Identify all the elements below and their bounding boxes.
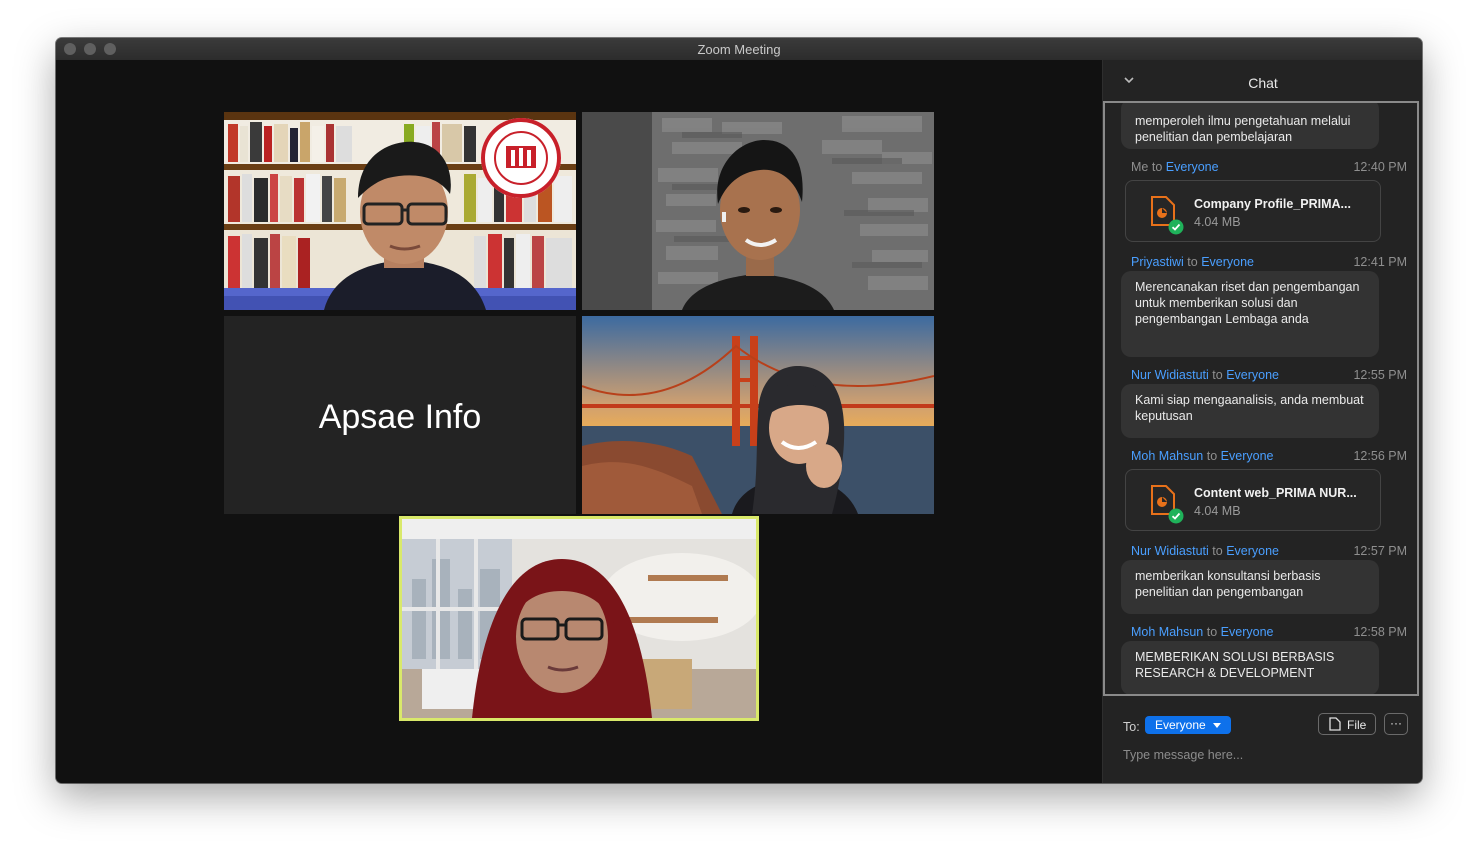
chat-to-word: to	[1212, 368, 1223, 382]
participant-name-label: Apsae Info	[318, 398, 482, 436]
chat-message-bubble: memberikan konsultansi berbasis peneliti…	[1121, 560, 1379, 614]
file-size: 4.04 MB	[1194, 504, 1241, 518]
chat-message-text: Merencanakan riset dan pengembangan untu…	[1135, 280, 1360, 326]
chat-message-bubble: Kami siap mengaanalisis, anda membuat ke…	[1121, 384, 1379, 438]
chat-message-meta: Moh Mahsun to Everyone 12:58 PM	[1131, 625, 1407, 639]
chat-recipient-name[interactable]: Everyone	[1166, 160, 1219, 174]
chat-timestamp: 12:57 PM	[1353, 544, 1407, 558]
chat-message-meta: Nur Widiastuti to Everyone 12:55 PM	[1131, 368, 1407, 382]
zoom-window: Zoom Meeting Apsae Info Chat memperoleh …	[56, 38, 1422, 783]
chat-timestamp: 12:58 PM	[1353, 625, 1407, 639]
file-name: Content web_PRIMA NUR...	[1194, 486, 1357, 500]
chat-message-text: memberikan konsultansi berbasis peneliti…	[1135, 569, 1321, 599]
participant-video-1[interactable]	[224, 112, 576, 310]
chat-message-text: MEMBERIKAN SOLUSI BERBASIS RESEARCH & DE…	[1135, 650, 1335, 680]
chat-to-word: to	[1206, 449, 1218, 463]
chat-message-bubble: memperoleh ilmu pengetahuan melalui pene…	[1121, 103, 1379, 149]
participant-video-4[interactable]	[582, 316, 934, 514]
chat-message-input[interactable]	[1123, 748, 1403, 762]
chat-timestamp: 12:56 PM	[1353, 449, 1407, 463]
chat-recipient-name[interactable]: Everyone	[1226, 368, 1279, 382]
chat-sender-name[interactable]: Nur Widiastuti	[1131, 368, 1209, 382]
chat-composer: To: Everyone File ···	[1103, 696, 1422, 783]
chat-panel: Chat memperoleh ilmu pengetahuan melalui…	[1102, 60, 1422, 783]
chat-timestamp: 12:55 PM	[1353, 368, 1407, 382]
to-label: To:	[1123, 720, 1140, 734]
chat-message-meta: Priyastiwi to Everyone 12:41 PM	[1131, 255, 1407, 269]
chat-recipient-name[interactable]: Everyone	[1226, 544, 1279, 558]
active-speaker-video[interactable]	[399, 516, 759, 721]
more-options-button[interactable]: ···	[1384, 713, 1408, 735]
chat-to-word: to	[1187, 255, 1198, 269]
file-size: 4.04 MB	[1194, 215, 1241, 229]
chat-message-bubble: MEMBERIKAN SOLUSI BERBASIS RESEARCH & DE…	[1121, 641, 1379, 694]
chat-sender-name[interactable]: Nur Widiastuti	[1131, 544, 1209, 558]
caret-down-icon	[1213, 722, 1222, 728]
chat-header: Chat	[1103, 60, 1422, 102]
chat-sender-name: Me	[1131, 160, 1149, 174]
chat-recipient-name[interactable]: Everyone	[1221, 625, 1274, 639]
title-bar: Zoom Meeting	[56, 38, 1422, 61]
check-circle-icon	[1168, 508, 1184, 524]
check-circle-icon	[1168, 219, 1184, 235]
chat-timestamp: 12:41 PM	[1353, 255, 1407, 269]
chat-sender-name[interactable]: Moh Mahsun	[1131, 625, 1203, 639]
chat-sender-name[interactable]: Priyastiwi	[1131, 255, 1184, 269]
send-file-button[interactable]: File	[1318, 713, 1376, 735]
file-name: Company Profile_PRIMA...	[1194, 197, 1351, 211]
chat-message-bubble: Merencanakan riset dan pengembangan untu…	[1121, 271, 1379, 357]
recipient-dropdown[interactable]: Everyone	[1145, 716, 1232, 734]
chat-to-word: to	[1206, 625, 1218, 639]
chat-message-meta: Nur Widiastuti to Everyone 12:57 PM	[1131, 544, 1407, 558]
participant-video-2[interactable]	[582, 112, 934, 310]
chat-sender-name[interactable]: Moh Mahsun	[1131, 449, 1203, 463]
participant-tile-apsae-info[interactable]: Apsae Info	[224, 316, 576, 514]
recipient-dropdown-label: Everyone	[1155, 718, 1206, 732]
video-gallery: Apsae Info	[56, 60, 1102, 783]
chat-to-word: to	[1212, 544, 1223, 558]
chat-message-meta: Moh Mahsun to Everyone 12:56 PM	[1131, 449, 1407, 463]
chat-file-attachment[interactable]: Company Profile_PRIMA... 4.04 MB	[1125, 180, 1381, 242]
chat-recipient-name[interactable]: Everyone	[1221, 449, 1274, 463]
chat-to-word: to	[1151, 160, 1163, 174]
file-icon	[1329, 717, 1341, 731]
window-title: Zoom Meeting	[697, 42, 781, 57]
send-file-label: File	[1347, 718, 1367, 732]
chat-message-meta: Me to Everyone 12:40 PM	[1131, 160, 1407, 174]
chat-recipient-name[interactable]: Everyone	[1201, 255, 1254, 269]
chat-message-text: memperoleh ilmu pengetahuan melalui pene…	[1135, 114, 1351, 144]
chat-message-list[interactable]: memperoleh ilmu pengetahuan melalui pene…	[1103, 101, 1419, 696]
chat-timestamp: 12:40 PM	[1353, 160, 1407, 174]
chat-title: Chat	[1248, 75, 1278, 91]
chat-message-text: Kami siap mengaanalisis, anda membuat ke…	[1135, 393, 1364, 423]
chat-file-attachment[interactable]: Content web_PRIMA NUR... 4.04 MB	[1125, 469, 1381, 531]
